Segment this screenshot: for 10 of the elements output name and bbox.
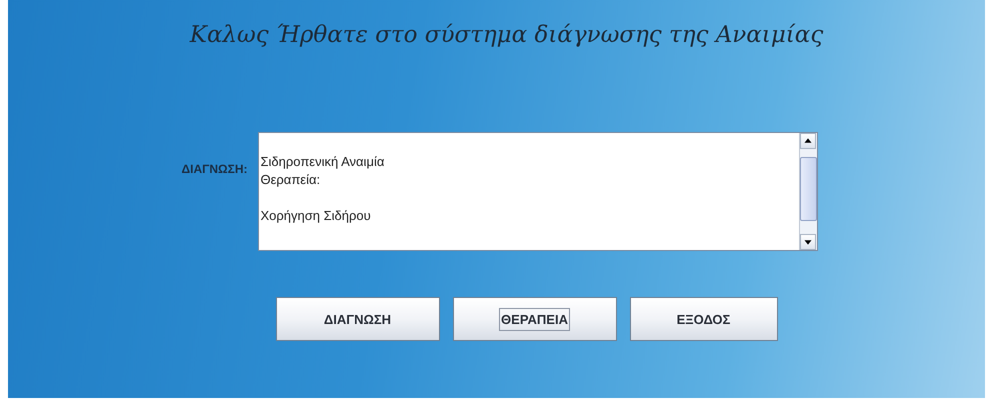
- scroll-down-icon[interactable]: [800, 234, 816, 250]
- diagnosis-label: ΔΙΑΓΝΩΣΗ:: [182, 162, 248, 176]
- action-button[interactable]: ΔΙΑΓΝΩΣΗ: [276, 297, 440, 341]
- scroll-up-icon[interactable]: [800, 133, 816, 149]
- scrollbar[interactable]: [798, 133, 816, 250]
- welcome-title: Καλως Ήρθατε στο σύστημα διάγνωσης της Αναιμίας: [190, 22, 824, 48]
- scroll-thumb[interactable]: [800, 157, 816, 221]
- action-button[interactable]: ΕΞΟΔΟΣ: [630, 297, 778, 341]
- diagnosis-text-area[interactable]: Σιδηροπενική Αναιμία Θεραπεία: Χορήγηση Σιδήρου: [258, 132, 818, 251]
- action-button[interactable]: ΘΕΡΑΠΕΙΑ: [452, 297, 616, 341]
